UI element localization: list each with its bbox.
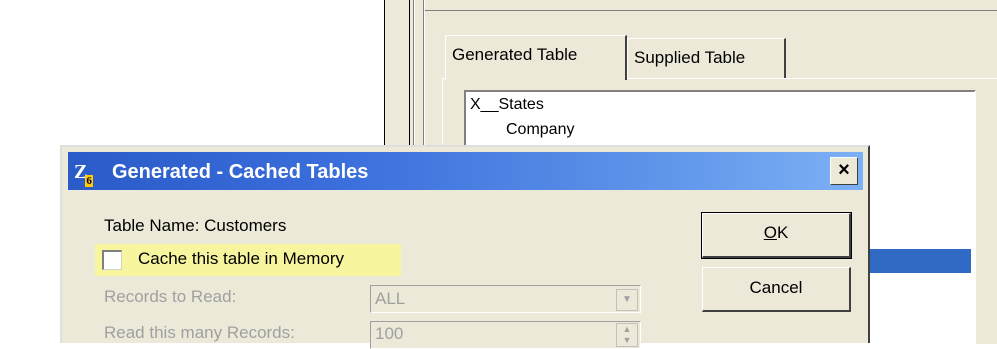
list-item[interactable]: Company <box>506 121 574 139</box>
dialog-title: Generated - Cached Tables <box>112 161 369 183</box>
spinner-arrows-icon: ▲ ▼ <box>616 323 638 347</box>
ok-mnemonic: O <box>763 223 777 242</box>
read-many-records-label: Read this many Records: <box>104 323 295 342</box>
records-to-read-value: ALL <box>375 289 406 308</box>
app-icon-version: 6 <box>85 175 93 187</box>
ok-label-rest: K <box>776 223 789 242</box>
divider <box>425 10 997 11</box>
app-icon: Z6 <box>74 158 102 187</box>
cancel-button[interactable]: Cancel <box>702 267 851 312</box>
read-many-records-value: 100 <box>375 324 404 343</box>
read-many-records-input: 100 ▲ ▼ <box>370 321 641 349</box>
records-to-read-select: ALL ▼ <box>370 285 641 313</box>
records-to-read-label: Records to Read: <box>104 287 237 306</box>
close-icon: × <box>838 159 850 181</box>
cache-in-memory-checkbox[interactable] <box>102 250 122 270</box>
close-button[interactable]: × <box>830 157 858 185</box>
ok-button[interactable]: OK <box>701 212 852 259</box>
list-item[interactable]: X__States <box>470 96 544 114</box>
tab-generated-table[interactable]: Generated Table <box>445 35 627 80</box>
cache-in-memory-label[interactable]: Cache this table in Memory <box>138 249 344 269</box>
chevron-down-icon: ▼ <box>616 289 638 311</box>
tab-supplied-table[interactable]: Supplied Table <box>627 38 786 78</box>
table-name-label: Table Name: Customers <box>104 216 287 235</box>
